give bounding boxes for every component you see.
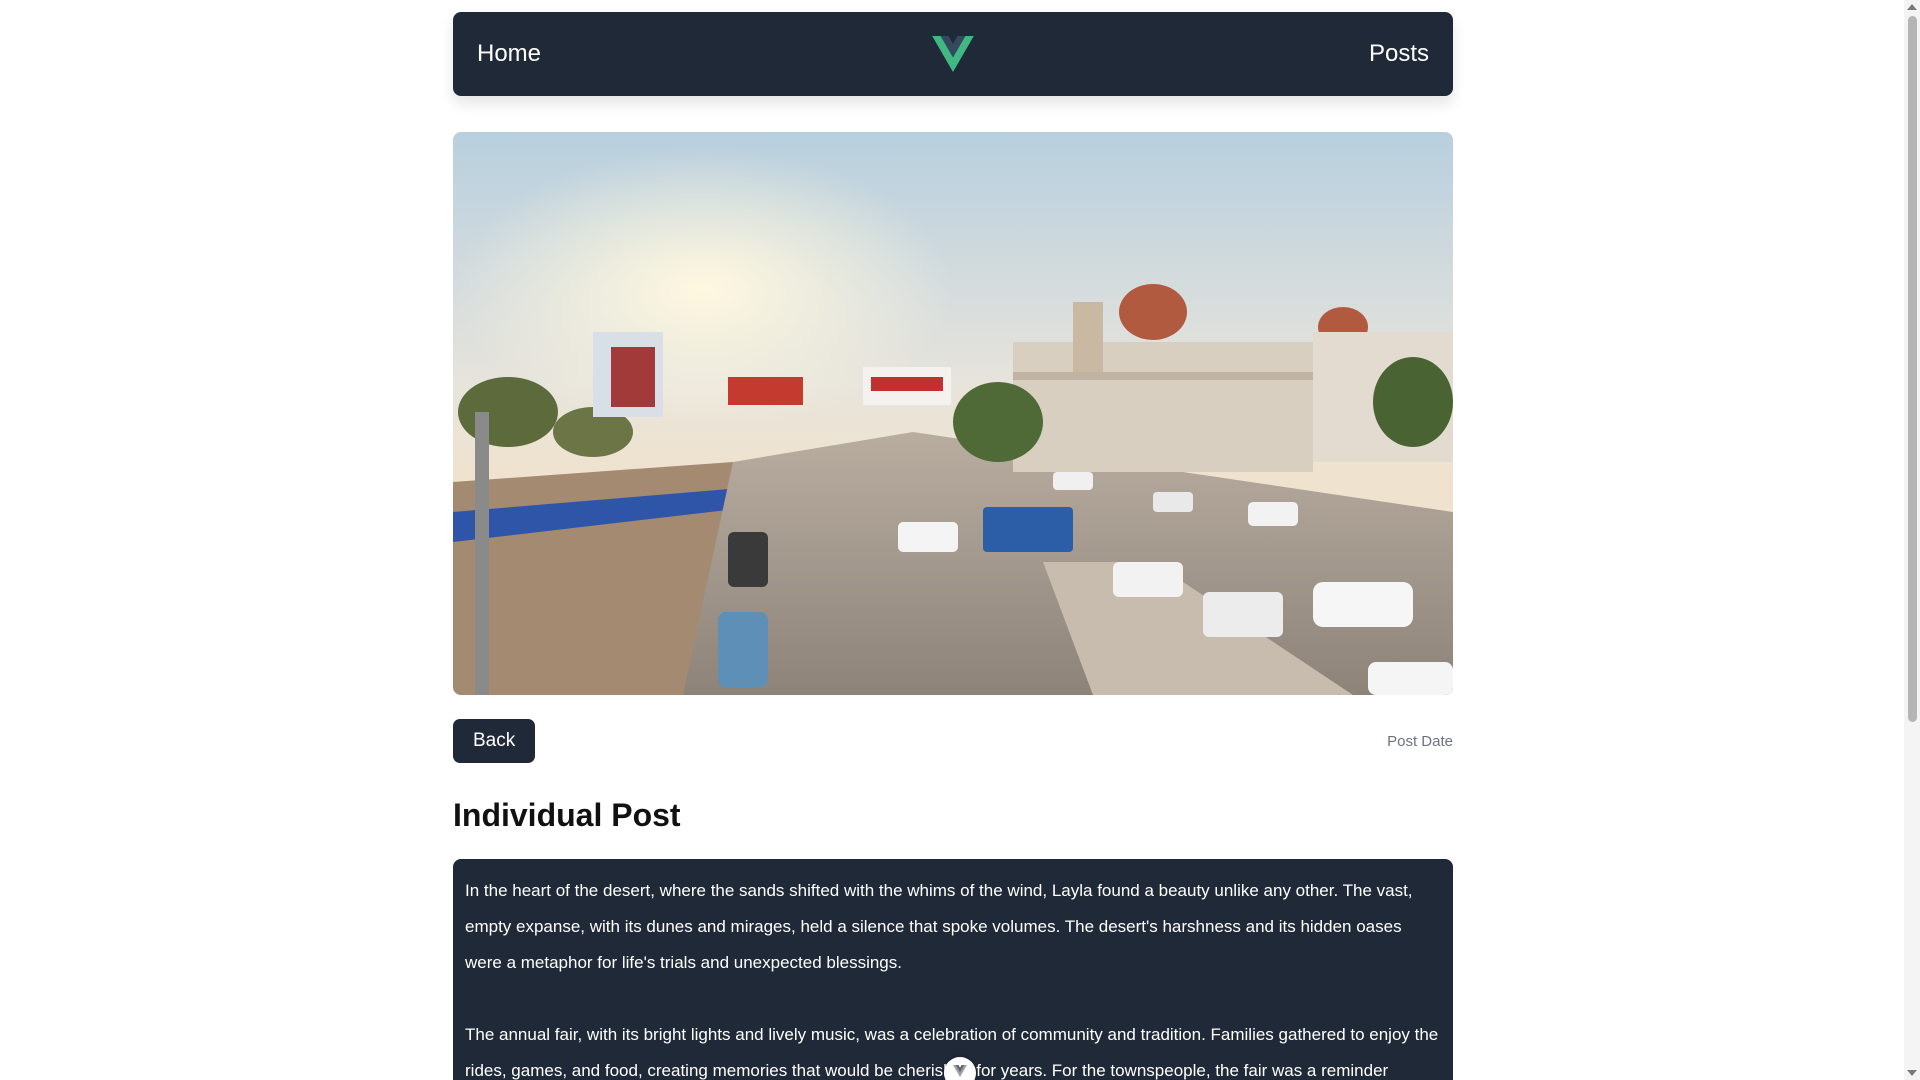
post-content: In the heart of the desert, where the sa… xyxy=(453,859,1453,1080)
top-navbar: Home Posts xyxy=(453,12,1453,96)
vue-logo-icon xyxy=(953,1065,967,1077)
main-container: Home Posts Back Post Date Individual Pos… xyxy=(453,12,1453,1080)
back-button[interactable]: Back xyxy=(453,719,536,763)
vue-logo-icon[interactable] xyxy=(932,36,974,72)
post-hero-image xyxy=(453,132,1453,695)
post-title: Individual Post xyxy=(453,797,681,833)
vertical-scrollbar[interactable] xyxy=(1904,0,1920,1080)
page: Home Posts Back Post Date Individual Pos… xyxy=(0,0,1920,1080)
nav-home-link[interactable]: Home xyxy=(477,40,541,68)
post-paragraph: In the heart of the desert, where the sa… xyxy=(465,881,1413,972)
city-street-photo xyxy=(453,132,1453,695)
scroll-down-icon[interactable] xyxy=(1907,1070,1917,1076)
post-meta-row: Back Post Date xyxy=(453,719,1453,763)
nav-posts-link[interactable]: Posts xyxy=(1369,40,1429,68)
post-date: Post Date xyxy=(1387,732,1453,750)
scrollbar-thumb[interactable] xyxy=(1908,16,1917,722)
scroll-up-icon[interactable] xyxy=(1907,4,1917,10)
